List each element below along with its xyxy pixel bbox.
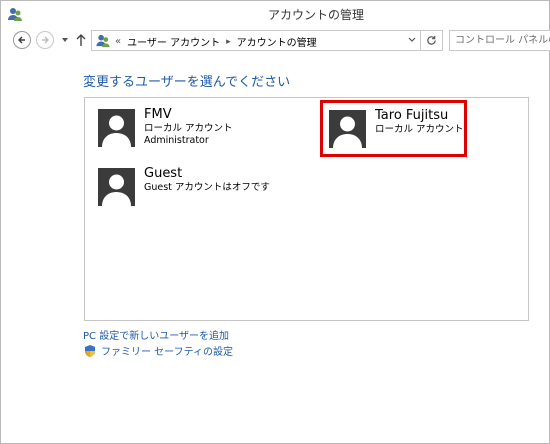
account-tile-guest[interactable]: Guest Guest アカウントはオフです — [98, 166, 298, 212]
account-name: Taro Fujitsu — [375, 108, 449, 123]
up-arrow-icon[interactable] — [75, 33, 87, 47]
navigation-bar: « ユーザー アカウント ▸ アカウントの管理 — [1, 29, 550, 53]
forward-arrow-icon — [42, 36, 49, 44]
add-user-link[interactable]: PC 設定で新しいユーザーを追加 — [83, 327, 229, 342]
accounts-panel: FMV ローカル アカウント Administrator Taro Fujits… — [84, 97, 529, 321]
refresh-button[interactable] — [421, 30, 443, 51]
back-button[interactable] — [13, 31, 31, 49]
account-management-window: アカウントの管理 « ユーザー アカウント ▸ アカウントの管理 コントロール … — [0, 0, 550, 444]
breadcrumb: « ユーザー アカウント ▸ アカウントの管理 — [115, 34, 317, 49]
search-input[interactable] — [450, 31, 550, 50]
account-tile-taro-fujitsu[interactable]: Taro Fujitsu ローカル アカウント — [329, 108, 464, 154]
account-type: ローカル アカウント — [375, 124, 464, 135]
user-avatar-icon — [329, 110, 366, 148]
breadcrumb-separator: ▸ — [226, 36, 231, 47]
breadcrumb-manage-accounts[interactable]: アカウントの管理 — [237, 34, 317, 49]
account-tile-fmv[interactable]: FMV ローカル アカウント Administrator — [98, 107, 298, 153]
recent-locations-icon[interactable] — [61, 36, 69, 44]
refresh-icon — [427, 35, 436, 45]
user-avatar-icon — [98, 168, 135, 206]
title-bar: アカウントの管理 — [1, 1, 549, 27]
account-type: ローカル アカウント — [144, 123, 233, 134]
account-name: Guest — [144, 166, 183, 181]
user-accounts-icon — [95, 33, 111, 48]
forward-button[interactable] — [36, 31, 54, 49]
account-role: Administrator — [144, 135, 209, 146]
page-heading: 変更するユーザーを選んでください — [83, 75, 291, 90]
user-avatar-icon — [98, 109, 135, 147]
breadcrumb-user-accounts[interactable]: ユーザー アカウント — [127, 34, 220, 49]
family-safety-link[interactable]: ファミリー セーフティの設定 — [83, 343, 233, 358]
search-box[interactable] — [449, 30, 550, 51]
family-safety-label: ファミリー セーフティの設定 — [101, 347, 233, 358]
account-name: FMV — [144, 107, 172, 122]
breadcrumb-overflow[interactable]: « — [115, 36, 121, 47]
shield-icon — [85, 344, 95, 357]
account-status: Guest アカウントはオフです — [144, 182, 270, 193]
back-arrow-icon — [18, 36, 25, 44]
address-bar[interactable]: « ユーザー アカウント ▸ アカウントの管理 — [91, 30, 421, 51]
chevron-down-icon[interactable] — [408, 37, 416, 43]
window-title: アカウントの管理 — [267, 8, 364, 22]
